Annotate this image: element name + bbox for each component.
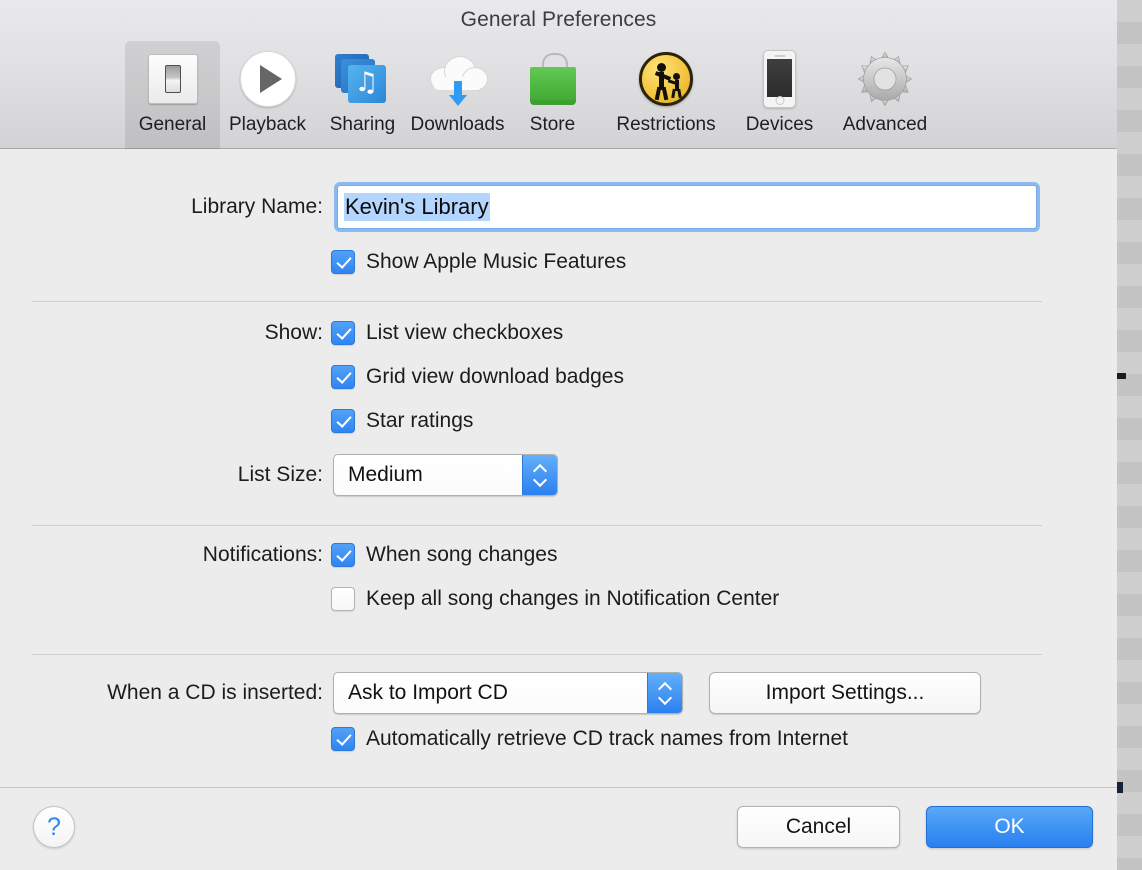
show-option-star-ratings[interactable]: Star ratings	[331, 409, 473, 433]
toolbar-tab-store[interactable]: Store	[505, 41, 600, 149]
show-option-list-view-checkboxes[interactable]: List view checkboxes	[331, 321, 563, 345]
toolbar-tab-playback-label: Playback	[229, 114, 306, 136]
library-name-row: Library Name: Kevin's Library	[147, 185, 1037, 229]
toolbar-tab-restrictions-label: Restrictions	[616, 114, 715, 136]
titlebar: General Preferences General Playback	[0, 0, 1117, 149]
background-window-mark	[1117, 373, 1126, 379]
light-switch-icon	[141, 47, 205, 111]
keep-song-changes-label: Keep all song changes in Notification Ce…	[366, 587, 779, 611]
preferences-window: General Preferences General Playback	[0, 0, 1117, 870]
chevron-down-icon	[534, 475, 546, 487]
show-apple-music-label: Show Apple Music Features	[366, 250, 626, 274]
toolbar-tab-advanced-label: Advanced	[843, 114, 928, 136]
cd-inserted-label: When a CD is inserted:	[38, 681, 323, 705]
when-song-changes-label: When song changes	[366, 543, 557, 567]
notifications-row: Notifications:	[155, 543, 323, 567]
cd-inserted-popup-button[interactable]: Ask to Import CD	[333, 672, 683, 714]
cancel-button[interactable]: Cancel	[737, 806, 900, 848]
toolbar-tab-sharing[interactable]: ♫ Sharing	[315, 41, 410, 149]
auto-retrieve-cd-names-checkbox[interactable]	[331, 727, 355, 751]
show-label: Show:	[245, 321, 323, 345]
preferences-content: Library Name: Kevin's Library Show Apple…	[0, 149, 1117, 789]
toolbar-tab-playback[interactable]: Playback	[220, 41, 315, 149]
help-button[interactable]: ?	[33, 806, 75, 848]
library-name-input[interactable]: Kevin's Library	[337, 185, 1037, 229]
list-size-popup-button[interactable]: Medium	[333, 454, 558, 496]
iphone-icon	[748, 47, 812, 111]
star-ratings-label: Star ratings	[366, 409, 473, 433]
show-option-grid-view-badges[interactable]: Grid view download badges	[331, 365, 624, 389]
auto-retrieve-cd-names-label: Automatically retrieve CD track names fr…	[366, 727, 848, 751]
list-view-checkboxes-checkbox[interactable]	[331, 321, 355, 345]
library-name-label: Library Name:	[147, 195, 323, 219]
dialog-footer: ? Cancel OK	[0, 787, 1117, 870]
toolbar-tab-store-label: Store	[530, 114, 575, 136]
parental-controls-icon	[634, 47, 698, 111]
toolbar-tab-devices[interactable]: Devices	[732, 41, 827, 149]
auto-retrieve-cd-names-row[interactable]: Automatically retrieve CD track names fr…	[331, 727, 848, 751]
show-apple-music-checkbox[interactable]	[331, 250, 355, 274]
grid-view-download-badges-label: Grid view download badges	[366, 365, 624, 389]
list-size-stepper-arrows[interactable]	[522, 455, 557, 495]
cloud-download-icon	[426, 47, 490, 111]
grid-view-download-badges-checkbox[interactable]	[331, 365, 355, 389]
cd-inserted-stepper-arrows[interactable]	[647, 673, 682, 713]
music-cards-icon: ♫	[331, 47, 395, 111]
separator-3	[32, 654, 1042, 655]
list-view-checkboxes-label: List view checkboxes	[366, 321, 563, 345]
show-apple-music-row[interactable]: Show Apple Music Features	[331, 250, 626, 274]
toolbar-tab-downloads[interactable]: Downloads	[410, 41, 505, 149]
toolbar-tab-sharing-label: Sharing	[330, 114, 396, 136]
shopping-bag-icon	[521, 47, 585, 111]
separator-1	[32, 301, 1042, 302]
import-settings-button[interactable]: Import Settings...	[709, 672, 981, 714]
preferences-toolbar: General Playback ♫ Sharing	[125, 41, 943, 149]
toolbar-tab-general-label: General	[139, 114, 207, 136]
list-size-row: List Size: Medium	[206, 454, 558, 496]
notifications-label: Notifications:	[155, 543, 323, 567]
notification-option-keep-all-song-changes[interactable]: Keep all song changes in Notification Ce…	[331, 587, 779, 611]
chevron-down-icon	[659, 693, 671, 705]
gear-icon	[853, 47, 917, 111]
play-circle-icon	[236, 47, 300, 111]
window-title: General Preferences	[0, 8, 1117, 32]
cd-inserted-value: Ask to Import CD	[334, 681, 508, 705]
ok-button[interactable]: OK	[926, 806, 1093, 848]
toolbar-tab-general[interactable]: General	[125, 41, 220, 149]
library-name-value: Kevin's Library	[344, 193, 490, 221]
toolbar-tab-restrictions[interactable]: Restrictions	[600, 41, 732, 149]
toolbar-tab-devices-label: Devices	[746, 114, 814, 136]
star-ratings-checkbox[interactable]	[331, 409, 355, 433]
notification-option-when-song-changes[interactable]: When song changes	[331, 543, 557, 567]
list-size-label: List Size:	[206, 463, 323, 487]
toolbar-tab-advanced[interactable]: Advanced	[827, 41, 943, 149]
toolbar-tab-downloads-label: Downloads	[411, 114, 505, 136]
cd-inserted-row: When a CD is inserted: Ask to Import CD …	[38, 672, 981, 714]
keep-song-changes-checkbox[interactable]	[331, 587, 355, 611]
when-song-changes-checkbox[interactable]	[331, 543, 355, 567]
separator-2	[32, 525, 1042, 526]
show-row: Show:	[245, 321, 323, 345]
list-size-value: Medium	[334, 463, 423, 487]
